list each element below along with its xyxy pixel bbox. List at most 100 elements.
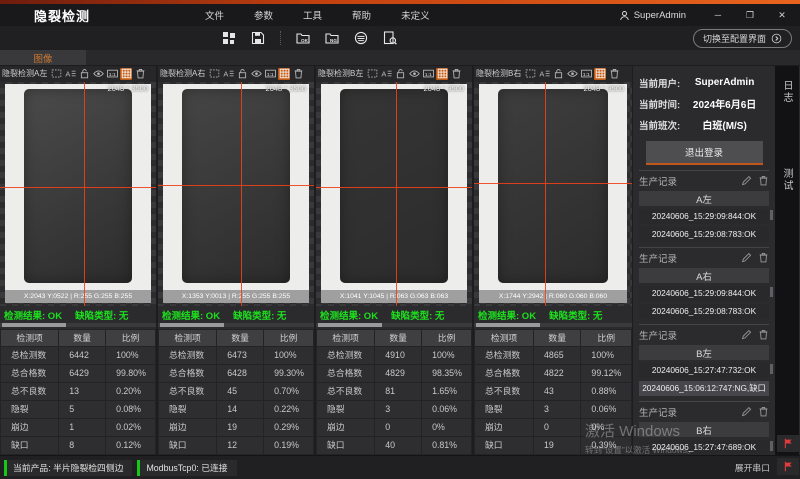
trash-icon[interactable] (758, 329, 769, 340)
text-annotation-icon[interactable]: A (222, 68, 234, 80)
eye-icon[interactable] (92, 68, 104, 80)
scrollbar-handle[interactable] (318, 323, 382, 327)
select-rect-icon[interactable] (524, 68, 536, 80)
table-row-label: 总检测数 (474, 347, 534, 365)
one-to-one-icon[interactable]: 1:1 (264, 68, 276, 80)
svg-text:1:1: 1:1 (583, 72, 590, 77)
trash-icon[interactable] (608, 68, 620, 80)
alarm-flag-lower[interactable] (777, 458, 799, 475)
pencil-icon[interactable] (741, 406, 752, 417)
menu-item-2[interactable]: 工具 (303, 8, 322, 22)
menu-item-4[interactable]: 未定义 (401, 8, 430, 22)
grid-icon[interactable] (594, 68, 606, 80)
one-to-one-icon[interactable]: 1:1 (106, 68, 118, 80)
horizontal-scrollbar[interactable] (0, 323, 156, 327)
trash-icon[interactable] (758, 406, 769, 417)
image-viewport[interactable]: X:1041 Y:1045 | R:063 G:063 B:0632048 * … (316, 82, 472, 306)
lock-icon[interactable] (78, 68, 90, 80)
menu-item-1[interactable]: 参数 (254, 8, 273, 22)
select-rect-icon[interactable] (208, 68, 220, 80)
scrollbar-handle[interactable] (476, 323, 540, 327)
lock-icon[interactable] (394, 68, 406, 80)
crosshair-horizontal (474, 183, 632, 184)
one-to-one-icon[interactable]: 1:1 (422, 68, 434, 80)
switch-to-config-button[interactable]: 切换至配置界面 (693, 29, 792, 48)
pencil-icon[interactable] (741, 329, 752, 340)
table-header-cell: 检测项 (474, 329, 534, 347)
image-canvas: X:1744 Y:2942 | R:060 G:060 B:060 (479, 84, 627, 303)
close-button[interactable]: ✕ (768, 5, 796, 25)
vertical-scrollbar[interactable] (770, 441, 773, 451)
horizontal-scrollbar[interactable] (474, 323, 632, 327)
menu-item-3[interactable]: 帮助 (352, 8, 371, 22)
text-annotation-icon[interactable]: A (64, 68, 76, 80)
record-item[interactable]: 20240606_15:27:47:732:OK (639, 363, 769, 378)
maximize-button[interactable]: ❐ (736, 5, 764, 25)
lock-icon[interactable] (236, 68, 248, 80)
expand-serial-label[interactable]: 展开串口 (735, 461, 770, 474)
record-list[interactable]: 20240606_15:27:47:689:OK20240606_15:06:1… (639, 440, 769, 455)
table-count-cell: 45 (217, 383, 264, 401)
record-item[interactable]: 20240606_15:27:47:689:OK (639, 440, 769, 455)
record-item[interactable]: 20240606_15:29:09:844:OK (639, 209, 769, 224)
table-count-cell: 0 (375, 419, 422, 437)
folder-ng-icon[interactable]: NG (325, 31, 339, 45)
scrollbar-handle[interactable] (160, 323, 224, 327)
eye-icon[interactable] (408, 68, 420, 80)
logout-button[interactable]: 退出登录 (646, 141, 763, 165)
trash-icon[interactable] (292, 68, 304, 80)
horizontal-scrollbar[interactable] (158, 323, 314, 327)
one-to-one-icon[interactable]: 1:1 (580, 68, 592, 80)
record-item[interactable]: 20240606_15:29:08:783:OK (639, 304, 769, 319)
vertical-scrollbar[interactable] (770, 364, 773, 374)
horizontal-scrollbar[interactable] (316, 323, 472, 327)
alarm-flag-upper[interactable] (777, 435, 799, 452)
side-tab-1[interactable]: 测试 (780, 168, 794, 192)
record-list[interactable]: 20240606_15:29:09:844:OK 20240606_15:29:0… (639, 209, 769, 242)
record-group-actions (741, 252, 769, 263)
tiles-icon[interactable] (222, 31, 236, 45)
record-item[interactable]: 20240606_15:06:12:747:NG,缺口 (639, 381, 769, 396)
record-list[interactable]: 20240606_15:27:47:732:OK 20240606_15:06:1… (639, 363, 769, 396)
image-viewport[interactable]: X:2043 Y:0522 | R:255 G:255 B:2552048 * … (0, 82, 156, 306)
grid-icon[interactable] (278, 68, 290, 80)
table-ratio-cell: 0.08% (106, 401, 156, 419)
minimize-button[interactable]: ─ (704, 5, 732, 25)
record-list[interactable]: 20240606_15:29:09:844:OK 20240606_15:29:0… (639, 286, 769, 319)
text-annotation-icon[interactable]: A (538, 68, 550, 80)
pixel-info-overlay: X:1041 Y:1045 | R:063 G:063 B:063 (321, 290, 467, 303)
trash-icon[interactable] (134, 68, 146, 80)
vertical-scrollbar[interactable] (770, 287, 773, 297)
eye-icon[interactable] (566, 68, 578, 80)
grid-icon[interactable] (120, 68, 132, 80)
trash-icon[interactable] (450, 68, 462, 80)
text-annotation-icon[interactable]: A (380, 68, 392, 80)
search-doc-icon[interactable] (383, 31, 397, 45)
eye-icon[interactable] (250, 68, 262, 80)
trash-icon[interactable] (758, 252, 769, 263)
record-item[interactable]: 20240606_15:29:08:783:OK (639, 227, 769, 242)
layers-icon[interactable] (354, 31, 368, 45)
table-header-cell: 检测项 (0, 329, 59, 347)
save-icon[interactable] (251, 31, 265, 45)
user-icon (619, 10, 630, 21)
grid-icon[interactable] (436, 68, 448, 80)
image-viewport[interactable]: X:1744 Y:2942 | R:060 G:060 B:0602048 * … (474, 82, 632, 306)
scrollbar-handle[interactable] (2, 323, 66, 327)
toolbar-icons: OK NG (222, 31, 397, 45)
vertical-scrollbar[interactable] (770, 210, 773, 220)
select-rect-icon[interactable] (366, 68, 378, 80)
image-viewport[interactable]: X:1353 Y:0013 | R:255 G:255 B:2552048 * … (158, 82, 314, 306)
user-chip[interactable]: SuperAdmin (619, 10, 686, 21)
record-item[interactable]: 20240606_15:29:09:844:OK (639, 286, 769, 301)
tab-image[interactable]: 图像 (0, 50, 86, 65)
lock-icon[interactable] (552, 68, 564, 80)
select-rect-icon[interactable] (50, 68, 62, 80)
menu-item-0[interactable]: 文件 (205, 8, 224, 22)
pencil-icon[interactable] (741, 252, 752, 263)
pencil-icon[interactable] (741, 175, 752, 186)
side-tab-0[interactable]: 日志 (780, 80, 794, 104)
folder-ok-icon[interactable]: OK (296, 31, 310, 45)
trash-icon[interactable] (758, 175, 769, 186)
table-count-cell: 19 (217, 419, 264, 437)
